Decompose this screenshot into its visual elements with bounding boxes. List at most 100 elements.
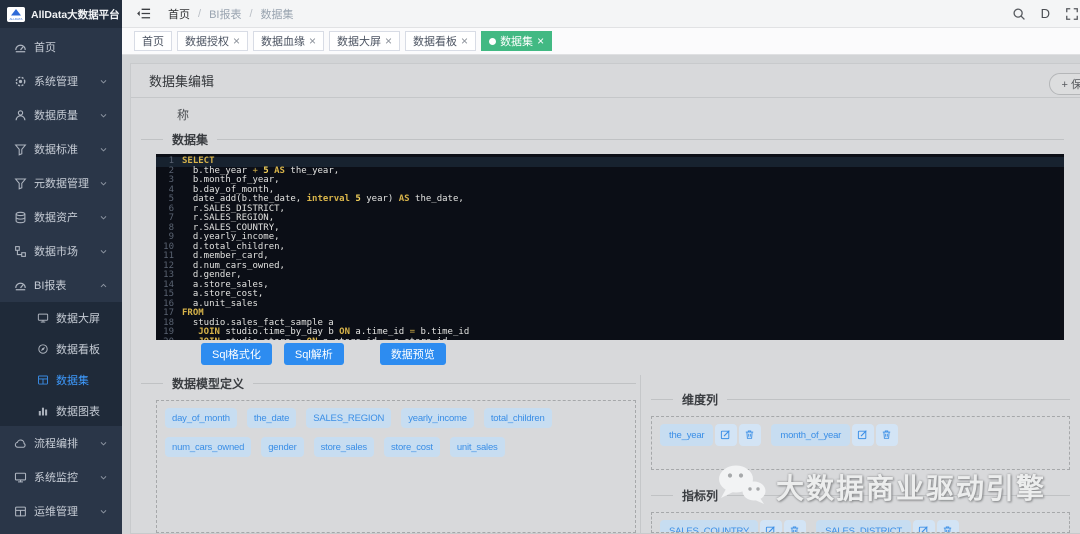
chip-label[interactable]: the_year <box>660 424 713 446</box>
model-field-chip[interactable]: day_of_month <box>165 408 237 428</box>
trash-icon <box>744 429 757 442</box>
model-fields-panel: 数据模型定义 day_of_monththe_dateSALES_REGIONy… <box>131 375 636 533</box>
sidebar-collapse-icon[interactable] <box>136 6 151 21</box>
sidebar-item-data-market[interactable]: 数据市场 <box>0 234 122 268</box>
edit-chip-button[interactable] <box>715 424 737 446</box>
delete-chip-button[interactable] <box>937 520 959 533</box>
sidebar-item-system-management[interactable]: 系统管理 <box>0 64 122 98</box>
sidebar-item-label: 数据看板 <box>56 341 100 357</box>
sidebar-item-metadata-management[interactable]: 元数据管理 <box>0 166 122 200</box>
tab-home[interactable]: 首页 <box>134 31 172 51</box>
close-icon[interactable]: × <box>537 35 544 47</box>
edit-chip-button[interactable] <box>852 424 874 446</box>
sql-parse-button[interactable]: Sql解析 <box>284 343 344 365</box>
main-area: 首页/BI报表/数据集 D 首页数据授权×数据血缘×数据大屏×数据看板×数据集×… <box>122 0 1080 534</box>
sidebar-item-data-asset[interactable]: 数据资产 <box>0 200 122 234</box>
data-preview-button[interactable]: 数据预览 <box>380 343 446 365</box>
tab-label: 数据集 <box>500 33 533 49</box>
breadcrumb-item[interactable]: BI报表 <box>209 6 241 22</box>
sidebar-item-flow-orchestration[interactable]: 流程编排 <box>0 426 122 460</box>
metric-chip: SALES_COUNTRY <box>660 520 806 533</box>
close-icon[interactable]: × <box>461 35 468 47</box>
edit-chip-button[interactable] <box>913 520 935 533</box>
save-button[interactable]: + 保存 <box>1049 73 1080 95</box>
model-field-chip[interactable]: store_cost <box>384 437 440 457</box>
sidebar-item-label: 数据质量 <box>34 107 78 123</box>
sidebar-item-label: 流程编排 <box>34 435 78 451</box>
sql-editor[interactable]: 1SELECT2 b.the_year + 5 AS the_year,3 b.… <box>156 154 1064 340</box>
delete-chip-button[interactable] <box>739 424 761 446</box>
funnel-icon <box>14 177 27 190</box>
gear-icon <box>14 75 27 88</box>
tab-data-screen[interactable]: 数据大屏× <box>329 31 400 51</box>
sidebar-item-dataset[interactable]: 数据集 <box>0 364 122 395</box>
trash-icon <box>789 525 802 534</box>
dimension-section-divider: 维度列 <box>651 391 1070 408</box>
chevron-down-icon <box>99 247 108 256</box>
chip-label[interactable]: month_of_year <box>771 424 850 446</box>
metric-columns-box: SALES_COUNTRYSALES_DISTRICTmember_card <box>651 512 1070 533</box>
model-field-chip[interactable]: gender <box>261 437 303 457</box>
model-field-chip[interactable]: store_sales <box>314 437 374 457</box>
svg-text:ALLDATA: ALLDATA <box>10 17 23 21</box>
tab-dataset[interactable]: 数据集 × <box>481 31 552 51</box>
tab-data-board[interactable]: 数据看板× <box>405 31 476 51</box>
sql-line: 14 a.store_sales, <box>156 281 1064 291</box>
delete-chip-button[interactable] <box>784 520 806 533</box>
grid-icon <box>37 374 49 386</box>
model-field-chip[interactable]: yearly_income <box>401 408 474 428</box>
edit-icon <box>918 525 931 534</box>
sidebar-item-data-standard[interactable]: 数据标准 <box>0 132 122 166</box>
model-field-chip[interactable]: unit_sales <box>450 437 505 457</box>
open-tabs-bar: 首页数据授权×数据血缘×数据大屏×数据看板× 数据集 × <box>122 28 1080 55</box>
sidebar-item-bi-report[interactable]: BI报表 <box>0 268 122 302</box>
search-icon[interactable] <box>1012 7 1026 21</box>
bar-chart-icon <box>37 405 49 417</box>
sql-line: 2 b.the_year + 5 AS the_year, <box>156 167 1064 177</box>
edit-chip-button[interactable] <box>760 520 782 533</box>
name-label: 称 <box>131 104 1080 131</box>
breadcrumb-item[interactable]: 首页 <box>168 6 190 22</box>
fullscreen-icon[interactable] <box>1065 7 1079 21</box>
close-icon[interactable]: × <box>385 35 392 47</box>
chevron-down-icon <box>99 439 108 448</box>
tab-data-auth[interactable]: 数据授权× <box>177 31 248 51</box>
sidebar-item-data-screen[interactable]: 数据大屏 <box>0 302 122 333</box>
edit-icon <box>765 525 778 534</box>
docs-icon[interactable]: D <box>1041 6 1050 21</box>
model-field-chip[interactable]: total_children <box>484 408 552 428</box>
sql-line: 9 d.yearly_income, <box>156 233 1064 243</box>
model-field-chip[interactable]: the_date <box>247 408 296 428</box>
cloud-icon <box>14 437 27 450</box>
sidebar-item-system-monitor[interactable]: 系统监控 <box>0 460 122 494</box>
tab-data-lineage[interactable]: 数据血缘× <box>253 31 324 51</box>
close-icon[interactable]: × <box>233 35 240 47</box>
sidebar-item-data-chart[interactable]: 数据图表 <box>0 395 122 426</box>
metric-section-label: 指标列 <box>682 487 718 504</box>
sidebar-item-home[interactable]: 首页 <box>0 30 122 64</box>
sidebar-submenu: 数据大屏数据看板数据集数据图表 <box>0 302 122 426</box>
sidebar-item-label: 系统监控 <box>34 469 78 485</box>
top-navbar: 首页/BI报表/数据集 D <box>122 0 1080 28</box>
sidebar-item-data-board[interactable]: 数据看板 <box>0 333 122 364</box>
dataset-section-label: 数据集 <box>172 131 208 148</box>
chip-label[interactable]: SALES_DISTRICT <box>816 520 911 533</box>
sql-format-button[interactable]: Sql格式化 <box>201 343 272 365</box>
dimension-section-label: 维度列 <box>682 391 718 408</box>
model-field-chip[interactable]: num_cars_owned <box>165 437 251 457</box>
close-icon[interactable]: × <box>309 35 316 47</box>
sql-line: 15 a.store_cost, <box>156 290 1064 300</box>
model-field-chip[interactable]: SALES_REGION <box>306 408 391 428</box>
sql-line: 13 d.gender, <box>156 271 1064 281</box>
breadcrumb-item[interactable]: 数据集 <box>261 6 294 22</box>
sidebar-item-label: 系统管理 <box>34 73 78 89</box>
dimension-chip: the_year <box>660 424 761 446</box>
sidebar-item-ops-management[interactable]: 运维管理 <box>0 494 122 528</box>
content-area: 数据集编辑 + 保存 称 数据集 1SELECT2 b.the_year + 5… <box>122 55 1080 534</box>
columns-panel: 维度列 the_year month_of_year 指标列 SALES_COUN… <box>640 375 1080 533</box>
navbar-actions: D <box>1012 6 1072 21</box>
sidebar-item-data-quality[interactable]: 数据质量 <box>0 98 122 132</box>
sql-line: 7 r.SALES_REGION, <box>156 214 1064 224</box>
delete-chip-button[interactable] <box>876 424 898 446</box>
chip-label[interactable]: SALES_COUNTRY <box>660 520 758 533</box>
